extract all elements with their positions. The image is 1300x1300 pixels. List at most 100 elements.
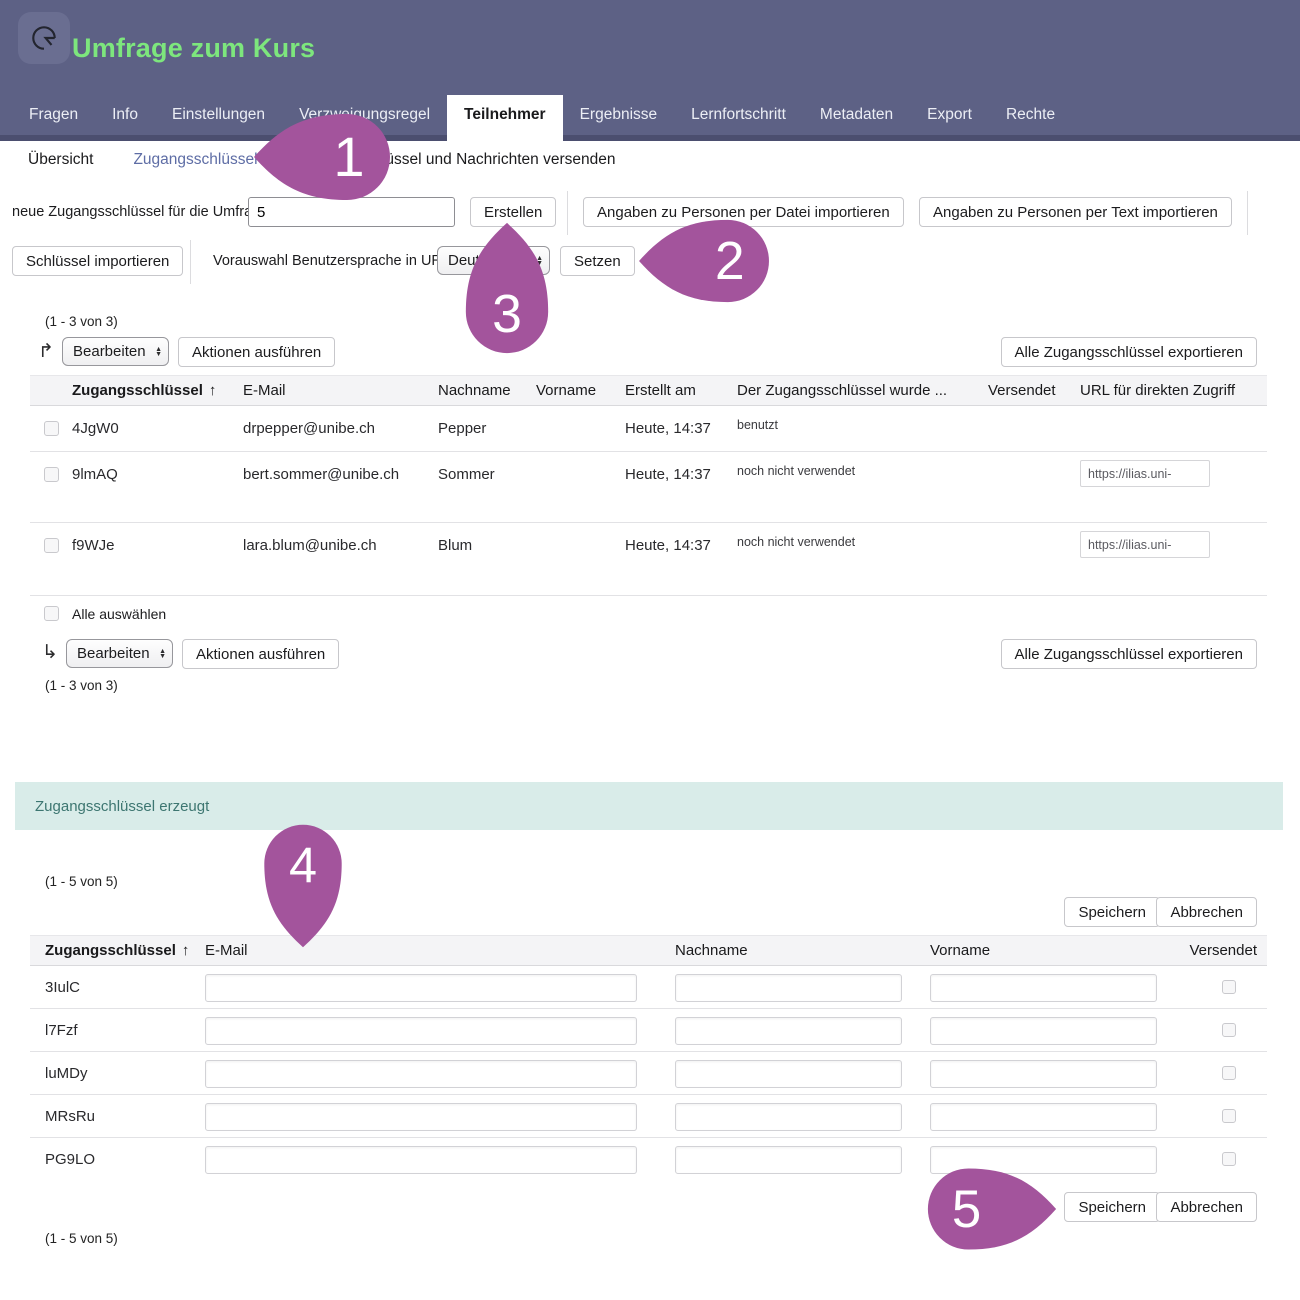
col-vorname[interactable]: Vorname [536,376,596,405]
col-versendet[interactable]: Versendet [1189,936,1257,965]
tab-lernfortschritt[interactable]: Lernfortschritt [674,95,803,135]
email-input[interactable] [205,974,637,1002]
cancel-button-top[interactable]: Abbrechen [1156,897,1257,927]
import-keys-button[interactable]: Schlüssel importieren [12,246,183,276]
cancel-button-bottom[interactable]: Abbrechen [1156,1192,1257,1222]
email-input[interactable] [205,1017,637,1045]
lastname-input[interactable] [675,1103,902,1131]
tab-ergebnisse[interactable]: Ergebnisse [563,95,675,135]
direct-url-input[interactable] [1080,460,1210,487]
table2-range-top: (1 - 5 von 5) [45,874,118,889]
lastname-input[interactable] [675,1017,902,1045]
tab-teilnehmer[interactable]: Teilnehmer [447,95,563,141]
firstname-input[interactable] [930,1060,1157,1088]
code-cell: 9lmAQ [72,466,118,483]
svg-text:3: 3 [492,284,522,344]
firstname-input[interactable] [930,1017,1157,1045]
versendet-checkbox[interactable] [1222,1109,1236,1123]
firstname-input[interactable] [930,1103,1157,1131]
direct-url-input[interactable] [1080,531,1210,558]
versendet-checkbox[interactable] [1222,1023,1236,1037]
lastname-input[interactable] [675,1060,902,1088]
toolbar-divider [190,240,191,284]
lastname-input[interactable] [675,1146,902,1174]
banner-text: Zugangsschlüssel erzeugt [35,798,209,815]
execute-actions-button-bottom[interactable]: Aktionen ausführen [182,639,339,669]
row-checkbox[interactable] [44,421,59,436]
toolbar-divider [1247,191,1248,235]
save-button-bottom[interactable]: Speichern [1064,1192,1160,1222]
subtab-uebersicht[interactable]: Übersicht [28,151,93,169]
col-zugangsschluessel[interactable]: Zugangsschlüssel↑ [72,376,216,405]
code-cell: f9WJe [72,537,115,554]
lastname-cell: Sommer [438,466,495,483]
email-input[interactable] [205,1146,637,1174]
code-cell: 4JgW0 [72,420,119,437]
export-all-keys-button-top[interactable]: Alle Zugangsschlüssel exportieren [1001,337,1257,367]
import-persons-text-button[interactable]: Angaben zu Personen per Text importieren [919,197,1232,227]
versendet-checkbox[interactable] [1222,980,1236,994]
subtab-zugangsschluessel[interactable]: Zugangsschlüssel [133,151,257,169]
tab-metadaten[interactable]: Metadaten [803,95,910,135]
survey-logo-icon [29,23,59,53]
col-url[interactable]: URL für direkten Zugriff [1080,376,1235,405]
select-stepper-icon: ▲▼ [159,649,166,659]
table1-range-bottom: (1 - 3 von 3) [45,678,118,693]
select-all-label: Alle auswählen [72,606,166,622]
lastname-cell: Blum [438,537,472,554]
annotation-marker-5: 5 [926,1166,1058,1252]
tab-export[interactable]: Export [910,95,989,135]
email-input[interactable] [205,1060,637,1088]
annotation-marker-4: 4 [262,823,344,949]
col-status[interactable]: Der Zugangsschlüssel wurde ... [737,376,947,405]
status-cell: benutzt [737,418,778,432]
email-input[interactable] [205,1103,637,1131]
subtab-bar: Übersicht Zugangsschlüssel Zugangsschlüs… [0,141,1300,179]
apply-top-arrow-icon: ↱ [38,340,54,363]
status-cell: noch nicht verwendet [737,464,855,478]
col-nachname[interactable]: Nachname [438,376,511,405]
col-erstellt-am[interactable]: Erstellt am [625,376,696,405]
bulk-action-value: Bearbeiten [73,343,146,360]
code-cell: l7Fzf [45,1022,78,1039]
versendet-checkbox[interactable] [1222,1066,1236,1080]
versendet-checkbox[interactable] [1222,1152,1236,1166]
annotation-marker-3: 3 [463,221,551,355]
col-vorname[interactable]: Vorname [930,936,990,965]
new-keys-label: neue Zugangsschlüssel für die Umfrage [12,197,268,227]
firstname-input[interactable] [930,974,1157,1002]
email-cell: lara.blum@unibe.ch [243,537,377,554]
table1-range-top: (1 - 3 von 3) [45,314,118,329]
row-checkbox[interactable] [44,538,59,553]
table1-bulk-action-select-top[interactable]: Bearbeiten ▲▼ [62,337,169,366]
col-email[interactable]: E-Mail [243,376,286,405]
select-all-checkbox[interactable] [44,606,59,621]
col-email[interactable]: E-Mail [205,936,248,965]
set-language-button[interactable]: Setzen [560,246,635,276]
save-button-top[interactable]: Speichern [1064,897,1160,927]
table-row: MRsRu [30,1095,1267,1138]
tab-info[interactable]: Info [95,95,155,135]
email-cell: bert.sommer@unibe.ch [243,466,399,483]
tab-rechte[interactable]: Rechte [989,95,1072,135]
lastname-input[interactable] [675,974,902,1002]
page: Umfrage zum Kurs Fragen Info Einstellung… [0,0,1300,1300]
tab-fragen[interactable]: Fragen [12,95,95,135]
col-versendet[interactable]: Versendet [988,376,1056,405]
table1-header: Zugangsschlüssel↑ E-Mail Nachname Vornam… [30,375,1267,406]
toolbar-divider [567,191,568,235]
row-checkbox[interactable] [44,467,59,482]
created-cell: Heute, 14:37 [625,420,711,437]
app-logo[interactable] [18,12,70,64]
export-all-keys-button-bottom[interactable]: Alle Zugangsschlüssel exportieren [1001,639,1257,669]
svg-text:1: 1 [333,125,364,188]
table-row: PG9LO [30,1138,1267,1181]
svg-text:5: 5 [952,1180,981,1239]
col-zugangsschluessel[interactable]: Zugangsschlüssel↑ [45,936,189,965]
select-stepper-icon: ▲▼ [155,347,162,357]
apply-bottom-arrow-icon: ↳ [42,641,58,664]
col-nachname[interactable]: Nachname [675,936,748,965]
execute-actions-button-top[interactable]: Aktionen ausführen [178,337,335,367]
page-title: Umfrage zum Kurs [72,33,315,64]
table1-bulk-action-select-bottom[interactable]: Bearbeiten ▲▼ [66,639,173,668]
